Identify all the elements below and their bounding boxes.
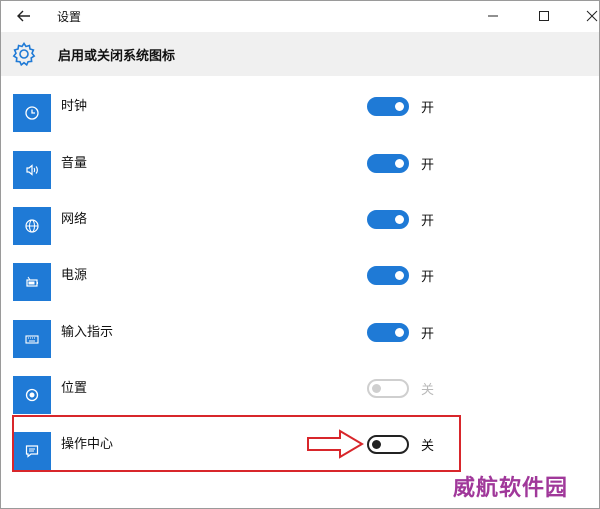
clock-icon [13, 94, 51, 132]
list-item-clock: 时钟 开 [1, 94, 599, 150]
maximize-icon [539, 11, 549, 21]
toggle-state-label: 开 [421, 270, 435, 285]
gear-icon [12, 42, 36, 67]
toggle-switch[interactable] [367, 210, 409, 229]
toggle-switch[interactable] [367, 323, 409, 342]
page-title: 启用或关闭系统图标 [58, 49, 176, 64]
title-bar: 设置 [1, 1, 599, 32]
maximize-button[interactable] [529, 3, 559, 29]
item-label: 位置 [61, 381, 88, 396]
back-arrow-icon [17, 10, 30, 22]
toggle-state-label: 开 [421, 158, 435, 173]
minimize-icon [488, 15, 498, 17]
toggle-state-label: 开 [421, 327, 435, 342]
pointer-arrow-icon [307, 429, 364, 459]
item-label: 音量 [61, 156, 88, 171]
item-label: 电源 [61, 268, 88, 283]
settings-window: 设置 启用或关闭系统图标 时钟 开 音量 开 网络 开 电源 开 输入指示 开 … [0, 0, 600, 509]
power-icon [13, 263, 51, 301]
minimize-button[interactable] [478, 3, 508, 29]
page-header: 启用或关闭系统图标 [1, 32, 599, 76]
toggle-switch[interactable] [367, 379, 409, 398]
item-label: 输入指示 [61, 325, 114, 340]
toggle-switch[interactable] [367, 266, 409, 285]
toggle-switch[interactable] [367, 97, 409, 116]
highlight-box [12, 415, 461, 472]
list-item-power: 电源 开 [1, 263, 599, 319]
window-title: 设置 [57, 10, 82, 24]
toggle-state-label: 开 [421, 214, 435, 229]
toggle-state-label: 关 [421, 383, 435, 398]
list-item-network: 网络 开 [1, 207, 599, 263]
toggle-state-label: 开 [421, 101, 435, 116]
toggle-switch[interactable] [367, 154, 409, 173]
keyboard-icon [13, 320, 51, 358]
list-item-volume: 音量 开 [1, 151, 599, 207]
close-button[interactable] [577, 3, 600, 29]
close-icon [586, 10, 598, 22]
item-label: 网络 [61, 212, 88, 227]
location-icon [13, 376, 51, 414]
watermark: 威航软件园 [453, 475, 569, 501]
network-icon [13, 207, 51, 245]
volume-icon [13, 151, 51, 189]
item-label: 时钟 [61, 99, 88, 114]
list-item-input-indicator: 输入指示 开 [1, 320, 599, 376]
back-button[interactable] [13, 5, 35, 27]
